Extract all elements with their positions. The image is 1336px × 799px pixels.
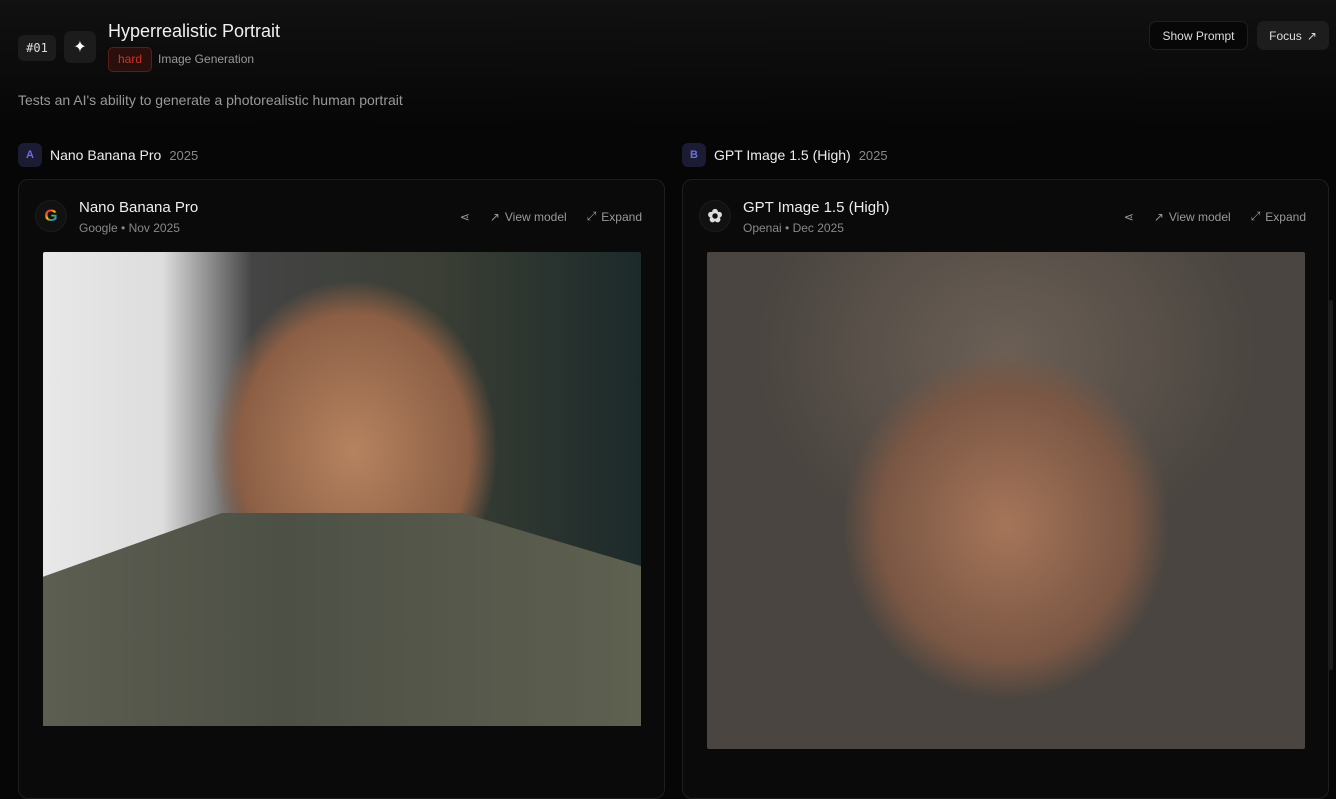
view-model-label: View model (1168, 209, 1231, 224)
external-link-icon: ↗ (489, 209, 500, 224)
view-model-link[interactable]: ↗ View model (1154, 210, 1231, 224)
show-prompt-label: Show Prompt (1162, 28, 1235, 43)
model-name: GPT Image 1.5 (High) (743, 199, 890, 216)
category-label: Image Generation (158, 52, 255, 66)
view-model-label: View model (504, 209, 567, 224)
generated-portrait-image[interactable] (43, 252, 641, 726)
column-a-header: A Nano Banana Pro 2025 (18, 143, 198, 167)
model-card-a: G Nano Banana Pro Google • Nov 2025 ⋖ ↗ V… (18, 179, 665, 799)
model-meta: Openai • Dec 2025 (743, 221, 844, 235)
expand-icon: ⤢ (1250, 209, 1261, 223)
focus-label: Focus (1269, 28, 1302, 43)
expand-button[interactable]: ⤢ Expand (587, 209, 642, 224)
openai-logo-icon: ✿ (699, 200, 731, 232)
expand-button[interactable]: ⤢ Expand (1251, 209, 1306, 224)
sparkle-icon: ✦ (64, 31, 96, 63)
column-year: 2025 (169, 147, 199, 163)
column-model-name: Nano Banana Pro (50, 147, 162, 163)
expand-icon: ⤢ (586, 209, 597, 223)
share-icon: ⋖ (459, 209, 470, 224)
share-button[interactable]: ⋖ (1124, 210, 1134, 224)
expand-label: Expand (601, 209, 642, 224)
column-letter-badge: B (682, 143, 706, 167)
task-number: #01 (18, 35, 56, 61)
view-model-link[interactable]: ↗ View model (490, 210, 567, 224)
expand-label: Expand (1265, 209, 1306, 224)
external-link-icon: ↗ (1153, 209, 1164, 224)
description: Tests an AI's ability to generate a phot… (18, 92, 403, 108)
focus-button[interactable]: Focus ↗ (1257, 21, 1329, 50)
scrollbar[interactable] (1329, 300, 1333, 670)
model-name: Nano Banana Pro (79, 199, 199, 216)
difficulty-badge: hard (108, 47, 153, 72)
generated-portrait-image[interactable] (707, 252, 1305, 749)
model-card-b: ✿ GPT Image 1.5 (High) Openai • Dec 2025… (682, 179, 1329, 799)
share-icon: ⋖ (1123, 209, 1134, 224)
external-link-icon: ↗ (1306, 28, 1317, 43)
column-letter-badge: A (18, 143, 42, 167)
google-logo-icon: G (35, 200, 67, 232)
show-prompt-button[interactable]: Show Prompt (1149, 21, 1248, 50)
share-button[interactable]: ⋖ (460, 210, 470, 224)
column-b-header: B GPT Image 1.5 (High) 2025 (682, 143, 888, 167)
model-meta: Google • Nov 2025 (79, 221, 180, 235)
column-model-name: GPT Image 1.5 (High) (714, 147, 851, 163)
page-title: Hyperrealistic Portrait (108, 21, 281, 41)
column-year: 2025 (858, 147, 888, 163)
